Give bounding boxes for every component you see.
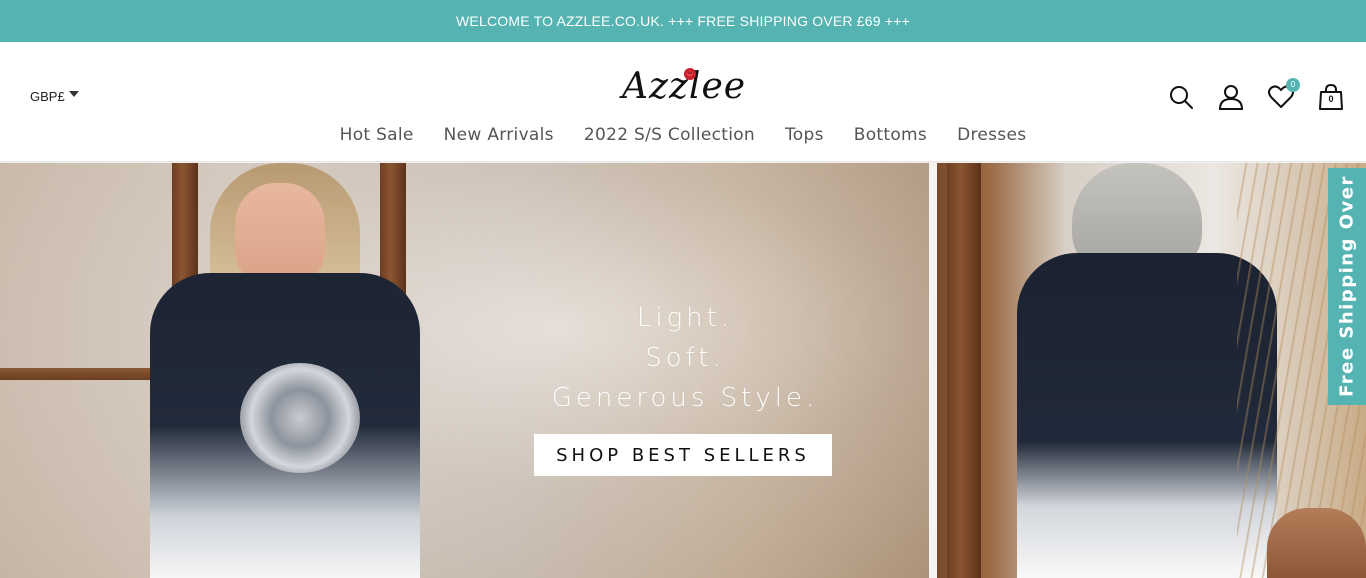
hero-line-1: Light. <box>636 303 734 333</box>
hero-line-2: Soft. <box>645 343 725 373</box>
currency-selector[interactable]: GBP£ <box>30 89 79 104</box>
header-actions: 0 0 <box>1168 78 1344 110</box>
site-header: GBP£ Azzlee 0 0 Hot Sale New Arrivals 20… <box>0 42 1366 162</box>
hero-slide-main[interactable]: Light. Soft. Generous Style. SHOP BEST S… <box>0 163 929 578</box>
nav-item-dresses[interactable]: Dresses <box>957 125 1026 145</box>
account-button[interactable] <box>1218 84 1244 110</box>
hero-slide-secondary[interactable] <box>937 163 1366 578</box>
rose-icon <box>684 68 696 80</box>
free-shipping-tab[interactable]: Free Shipping Over <box>1328 168 1366 405</box>
nav-item-new-arrivals[interactable]: New Arrivals <box>444 125 554 145</box>
currency-label: GBP£ <box>30 89 65 104</box>
hero-line-3: Generous Style. <box>551 383 819 413</box>
rose-print <box>240 363 360 473</box>
nav-item-bottoms[interactable]: Bottoms <box>854 125 927 145</box>
wishlist-button[interactable]: 0 <box>1268 78 1300 110</box>
wood-post <box>947 163 981 578</box>
nav-item-ss-collection[interactable]: 2022 S/S Collection <box>584 125 755 145</box>
shop-best-sellers-button[interactable]: SHOP BEST SELLERS <box>534 434 832 476</box>
slide-gap <box>929 163 937 578</box>
search-button[interactable] <box>1168 84 1194 110</box>
cart-count: 0 <box>1328 94 1334 104</box>
search-icon <box>1170 86 1193 109</box>
model-photo <box>150 163 420 578</box>
site-logo[interactable]: Azzlee <box>622 62 746 112</box>
free-shipping-tab-label: Free Shipping Over <box>1336 175 1358 397</box>
announcement-bar: WELCOME TO AZZLEE.CO.UK. +++ FREE SHIPPI… <box>0 0 1366 42</box>
main-nav: Hot Sale New Arrivals 2022 S/S Collectio… <box>0 125 1366 145</box>
nav-item-tops[interactable]: Tops <box>785 125 824 145</box>
announcement-text: WELCOME TO AZZLEE.CO.UK. +++ FREE SHIPPI… <box>456 13 910 29</box>
plant-pot <box>1267 508 1366 578</box>
wishlist-count-badge: 0 <box>1286 78 1300 92</box>
nav-item-hot-sale[interactable]: Hot Sale <box>340 125 414 145</box>
hero-headline: Light. Soft. Generous Style. <box>540 298 830 418</box>
caret-down-icon <box>68 90 79 97</box>
account-icon <box>1218 85 1244 110</box>
cart-button[interactable]: 0 <box>1318 84 1344 110</box>
hero-banner: Light. Soft. Generous Style. SHOP BEST S… <box>0 163 1366 578</box>
